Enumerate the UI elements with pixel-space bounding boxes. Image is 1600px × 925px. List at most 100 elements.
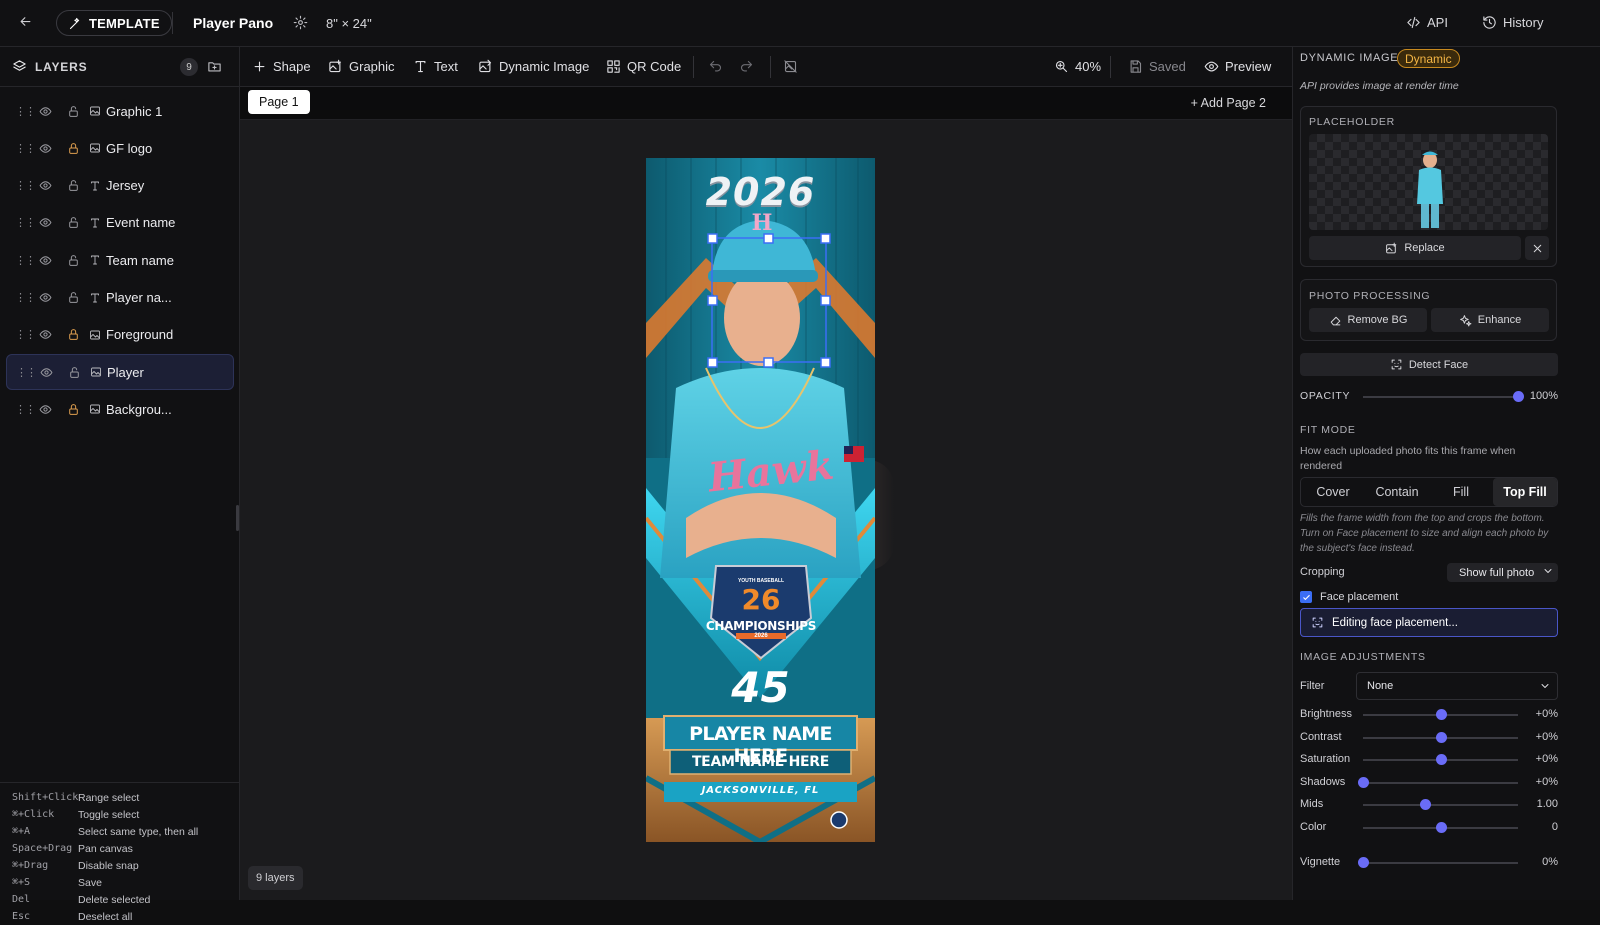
drag-handle-icon[interactable]: ⋮⋮	[15, 291, 36, 304]
lock-icon[interactable]	[67, 328, 80, 341]
gear-icon[interactable]	[293, 15, 308, 30]
adjustment-slider-thumb[interactable]	[1435, 821, 1447, 833]
drag-handle-icon[interactable]: ⋮⋮	[16, 366, 37, 379]
adjustment-slider-thumb[interactable]	[1420, 799, 1431, 810]
add-graphic-button[interactable]: Graphic	[328, 59, 395, 74]
adjustment-track[interactable]	[1363, 804, 1518, 806]
add-shape-button[interactable]: Shape	[252, 59, 311, 74]
layer-row[interactable]: ⋮⋮ Graphic 1	[6, 93, 234, 129]
layer-row[interactable]: ⋮⋮ Event name	[6, 205, 234, 241]
eye-icon[interactable]	[39, 403, 52, 416]
add-dynamic-image-button[interactable]: Dynamic Image	[478, 59, 589, 74]
layer-row[interactable]: ⋮⋮ Team name	[6, 242, 234, 278]
text-icon	[413, 59, 428, 74]
lock-icon[interactable]	[67, 291, 80, 304]
page-size-label[interactable]: 8" × 24"	[326, 16, 372, 31]
adjustment-slider-thumb[interactable]	[1435, 731, 1447, 743]
lock-icon[interactable]	[67, 254, 80, 267]
detect-face-button[interactable]: Detect Face	[1300, 353, 1558, 376]
add-page-button[interactable]: + Add Page 2	[1191, 96, 1266, 110]
zoom-control[interactable]: 40%	[1054, 59, 1101, 74]
vignette-value: 0%	[1542, 856, 1558, 868]
opacity-slider-thumb[interactable]	[1513, 391, 1524, 402]
cropping-select[interactable]: Show full photo	[1447, 563, 1558, 582]
project-title[interactable]: Player Pano	[193, 15, 273, 31]
drag-handle-icon[interactable]: ⋮⋮	[15, 105, 36, 118]
layer-row[interactable]: ⋮⋮ Backgrou...	[6, 391, 234, 427]
history-button[interactable]: History	[1482, 15, 1543, 30]
add-folder-icon[interactable]	[207, 59, 222, 74]
shortcut-row: Shift+Click Range select	[0, 789, 240, 806]
shortcut-key: Esc	[12, 911, 31, 922]
editing-face-placement-button[interactable]: Editing face placement...	[1300, 608, 1558, 637]
remove-bg-button[interactable]: Remove BG	[1309, 308, 1427, 332]
magic-wand-icon	[68, 16, 83, 31]
adjustment-value: +0%	[1535, 775, 1558, 788]
filter-select[interactable]: None	[1356, 672, 1558, 700]
remove-placeholder-button[interactable]	[1525, 236, 1549, 260]
preview-button[interactable]: Preview	[1204, 59, 1271, 74]
eye-icon[interactable]	[39, 179, 52, 192]
eye-icon[interactable]	[39, 291, 52, 304]
layer-row[interactable]: ⋮⋮ Jersey	[6, 168, 234, 204]
shortcut-description: Select same type, then all	[78, 825, 199, 838]
lock-icon[interactable]	[67, 216, 80, 229]
lock-icon[interactable]	[68, 366, 81, 379]
drag-handle-icon[interactable]: ⋮⋮	[15, 216, 36, 229]
eye-icon[interactable]	[39, 254, 52, 267]
hide-image-icon[interactable]	[783, 59, 798, 74]
opacity-row: OPACITY 100%	[1300, 390, 1558, 404]
page-tab-1[interactable]: Page 1	[248, 90, 310, 114]
redo-icon[interactable]	[739, 59, 754, 74]
fit-option-top-fill[interactable]: Top Fill	[1493, 478, 1557, 506]
drag-handle-icon[interactable]: ⋮⋮	[15, 179, 36, 192]
drag-handle-icon[interactable]: ⋮⋮	[15, 254, 36, 267]
api-button[interactable]: API	[1406, 15, 1448, 30]
add-text-button[interactable]: Text	[413, 59, 458, 74]
drag-handle-icon[interactable]: ⋮⋮	[15, 403, 36, 416]
panel-resize-handle[interactable]	[236, 505, 239, 531]
enhance-label: Enhance	[1477, 314, 1522, 326]
template-label: TEMPLATE	[89, 15, 160, 31]
replace-button[interactable]: Replace	[1309, 236, 1521, 260]
layer-row[interactable]: ⋮⋮ Player	[6, 354, 234, 391]
adjustment-row: Color 0	[1300, 821, 1558, 835]
face-placement-checkbox[interactable]	[1300, 591, 1312, 603]
template-mode-button[interactable]: TEMPLATE	[56, 10, 172, 36]
design-card[interactable]: 2026 H Hawk YOUTH BASEBALL 26 CHAMPIONSH…	[646, 158, 875, 842]
remove-bg-label: Remove BG	[1347, 314, 1408, 326]
eye-icon[interactable]	[40, 366, 53, 379]
eye-icon[interactable]	[39, 142, 52, 155]
layer-row[interactable]: ⋮⋮ Player na...	[6, 280, 234, 316]
eye-icon[interactable]	[39, 105, 52, 118]
lock-icon[interactable]	[67, 142, 80, 155]
adjustment-slider-thumb[interactable]	[1358, 776, 1369, 788]
layer-name: Team name	[106, 252, 174, 268]
add-qr-code-button[interactable]: QR Code	[606, 59, 681, 74]
back-arrow-icon[interactable]	[18, 14, 33, 29]
adjustment-track[interactable]	[1363, 781, 1518, 784]
eye-icon[interactable]	[39, 328, 52, 341]
layer-row[interactable]: ⋮⋮ Foreground	[6, 317, 234, 353]
fit-option-cover[interactable]: Cover	[1301, 478, 1365, 506]
opacity-track[interactable]	[1363, 396, 1518, 398]
lock-icon[interactable]	[67, 179, 80, 192]
lock-icon[interactable]	[67, 105, 80, 118]
adjustment-slider-thumb[interactable]	[1435, 709, 1447, 720]
enhance-button[interactable]: Enhance	[1431, 308, 1549, 332]
adjustment-label: Brightness	[1300, 708, 1352, 720]
fit-mode-description: How each uploaded photo fits this frame …	[1300, 445, 1516, 472]
undo-icon[interactable]	[708, 59, 723, 74]
fit-option-contain[interactable]: Contain	[1365, 478, 1429, 506]
adjustment-row: Brightness +0%	[1300, 708, 1558, 722]
canvas-area[interactable]: 2026 H Hawk YOUTH BASEBALL 26 CHAMPIONSH…	[240, 120, 1292, 900]
drag-handle-icon[interactable]: ⋮⋮	[15, 328, 36, 341]
lock-icon[interactable]	[67, 403, 80, 416]
drag-handle-icon[interactable]: ⋮⋮	[15, 142, 36, 155]
vignette-track[interactable]	[1363, 862, 1518, 864]
adjustment-slider-thumb[interactable]	[1435, 754, 1447, 765]
layer-row[interactable]: ⋮⋮ GF logo	[6, 130, 234, 166]
eye-icon[interactable]	[39, 216, 52, 229]
fit-option-fill[interactable]: Fill	[1429, 478, 1493, 506]
vignette-slider-thumb[interactable]	[1358, 857, 1369, 868]
